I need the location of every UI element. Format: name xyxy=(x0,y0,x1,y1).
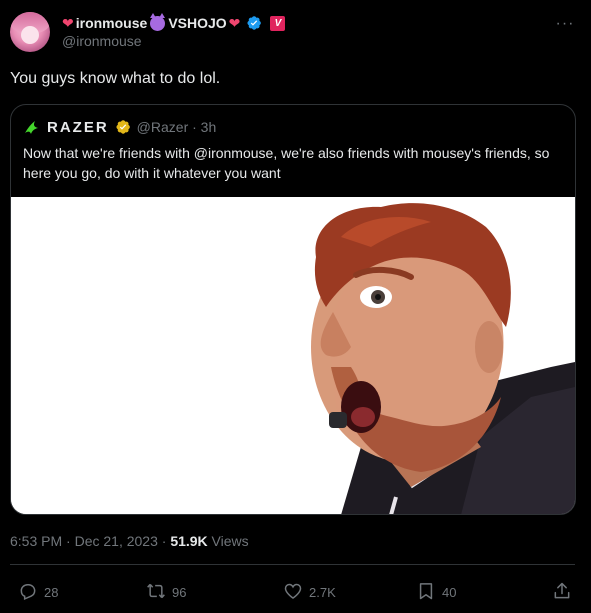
author-name-suffix: VSHOJO xyxy=(168,15,227,31)
action-bar: 28 96 2.7K 40 xyxy=(10,578,575,606)
share-button[interactable] xyxy=(552,578,572,606)
devil-emoji-icon xyxy=(150,12,166,31)
reply-button[interactable]: 28 xyxy=(18,578,58,606)
author-handle[interactable]: @ironmouse xyxy=(62,33,142,49)
heart-emoji-icon: ❤ xyxy=(228,15,241,31)
quoted-handle-time: @Razer · 3h xyxy=(136,119,217,135)
bookmark-icon xyxy=(416,581,436,604)
quoted-tweet-card[interactable]: RAZER @Razer · 3h Now that we're friends… xyxy=(10,104,576,515)
like-button[interactable]: 2.7K xyxy=(283,578,336,606)
heart-icon xyxy=(283,581,303,604)
bookmark-count: 40 xyxy=(442,584,457,600)
tweet-meta: 6:53 PM · Dec 21, 2023 · 51.9K Views xyxy=(10,533,249,549)
surprised-man-photo xyxy=(11,197,575,514)
views-label: Views xyxy=(207,533,249,549)
share-icon xyxy=(552,581,572,604)
views-count: 51.9K xyxy=(170,533,208,549)
bookmark-button[interactable]: 40 xyxy=(416,578,456,606)
verified-gold-badge-icon xyxy=(115,119,131,135)
quoted-tweet-image[interactable] xyxy=(11,197,575,514)
heart-emoji-icon: ❤ xyxy=(62,15,74,31)
avatar-face xyxy=(21,26,39,44)
razer-logo-icon xyxy=(23,119,41,135)
quoted-tweet-text: Now that we're friends with @ironmouse, … xyxy=(23,145,550,181)
reply-count: 28 xyxy=(44,584,59,600)
affiliate-badge-icon[interactable]: V xyxy=(270,15,286,31)
divider xyxy=(10,564,575,565)
verified-badge-icon[interactable] xyxy=(246,15,262,31)
quoted-author-name[interactable]: RAZER xyxy=(47,119,109,136)
quoted-tweet-header: RAZER @Razer · 3h xyxy=(23,118,216,136)
repost-button[interactable]: 96 xyxy=(146,578,186,606)
tweet: ❤ ironmouse VSHOJO ❤ V @ironmouse ··· Yo… xyxy=(0,0,591,613)
author-avatar[interactable] xyxy=(10,12,50,52)
more-options-icon[interactable]: ··· xyxy=(555,14,575,34)
repost-icon xyxy=(146,581,166,604)
tweet-timestamp[interactable]: 6:53 PM · Dec 21, 2023 · xyxy=(10,533,170,549)
repost-count: 96 xyxy=(172,584,187,600)
author-name[interactable]: ❤ ironmouse VSHOJO ❤ V xyxy=(62,12,286,33)
tweet-text: You guys know what to do lol. xyxy=(10,70,221,87)
like-count: 2.7K xyxy=(309,584,336,600)
author-name-text: ironmouse xyxy=(75,15,148,31)
reply-icon xyxy=(18,581,38,604)
